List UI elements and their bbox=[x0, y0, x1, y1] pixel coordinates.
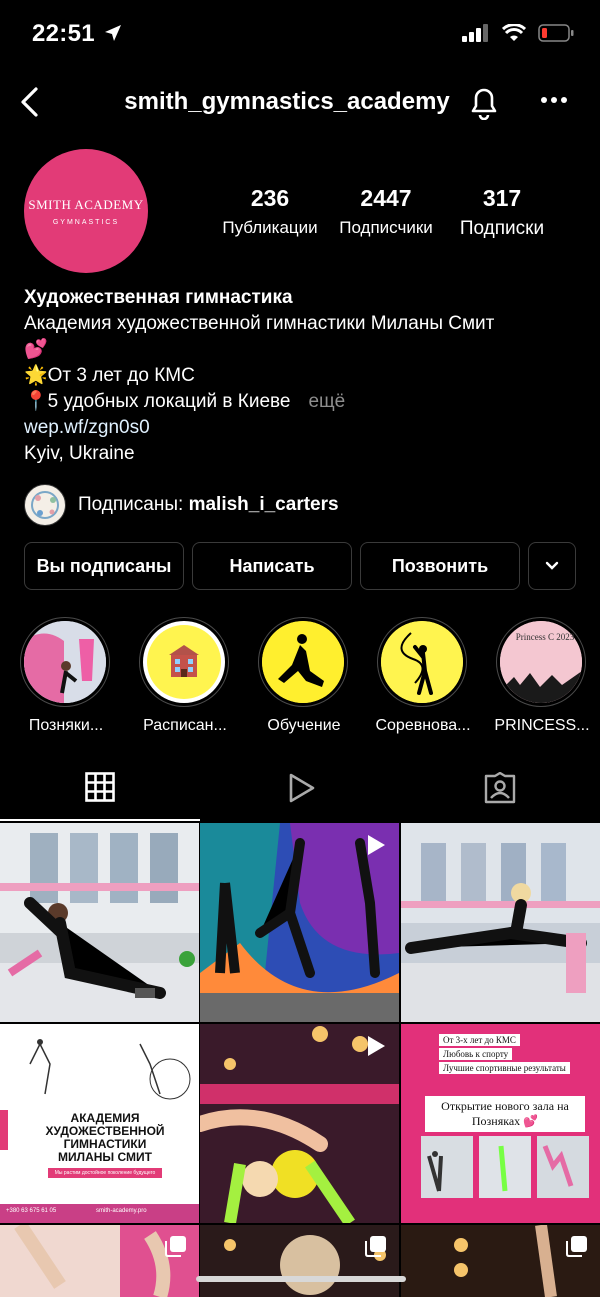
post-thumbnail[interactable] bbox=[0, 823, 199, 1022]
followed-prefix: Подписаны: bbox=[78, 494, 184, 515]
status-time: 22:51 bbox=[32, 20, 122, 48]
highlight-ring bbox=[139, 617, 229, 707]
stat-value: 236 bbox=[250, 185, 290, 211]
stat-label: Публикации bbox=[222, 218, 318, 237]
highlight-item[interactable]: Позняки... bbox=[20, 617, 112, 735]
grid-tab-icon[interactable] bbox=[85, 772, 115, 802]
post-thumbnail[interactable] bbox=[200, 1024, 399, 1223]
highlight-thumb bbox=[143, 621, 225, 703]
followed-by[interactable]: Подписаны: malish_i_carters bbox=[24, 484, 339, 526]
location-arrow-icon bbox=[104, 25, 121, 41]
stat-value: 317 bbox=[482, 185, 522, 211]
highlight-label: Позняки... bbox=[28, 717, 104, 734]
highlight-ring: Princess C 2023 bbox=[496, 617, 586, 707]
more-options-icon[interactable] bbox=[540, 96, 568, 104]
poster-subtitle: Мы растим достойное поколение будущего bbox=[48, 1168, 162, 1178]
post-thumbnail[interactable] bbox=[200, 823, 399, 1022]
cellular-signal-icon bbox=[462, 24, 488, 42]
stat-label: Подписчики bbox=[339, 218, 433, 237]
suggested-dropdown-button[interactable] bbox=[528, 542, 576, 590]
stat-value: 2447 bbox=[360, 185, 412, 211]
promo-line: От 3-х лет до КМС bbox=[439, 1034, 520, 1046]
highlight-label: PRINCESS... bbox=[494, 717, 590, 734]
poster-phone: +380 63 675 61 05 bbox=[6, 1208, 57, 1214]
status-indicators bbox=[462, 24, 574, 42]
highlight-thumb: Princess C 2023 bbox=[500, 621, 582, 703]
followed-user[interactable]: malish_i_carters bbox=[189, 494, 339, 515]
highlight-thumb bbox=[381, 621, 463, 703]
highlight-item[interactable]: Princess C 2023 PRINCESS... bbox=[494, 617, 590, 735]
promo-line: Лучшие спортивные результаты bbox=[439, 1062, 570, 1074]
home-indicator[interactable] bbox=[196, 1276, 406, 1282]
follower-avatar bbox=[24, 484, 66, 526]
highlight-ring bbox=[377, 617, 467, 707]
bio-line: 📍5 удобных локаций в Киеве ещё bbox=[24, 389, 494, 415]
gymnast-photo-icon bbox=[24, 621, 106, 703]
gymnast-split-photo bbox=[401, 823, 600, 1022]
clock-text: 22:51 bbox=[32, 20, 95, 47]
bio-line-text: 📍5 удобных локаций в Киеве bbox=[24, 391, 291, 412]
highlight-thumb bbox=[262, 621, 344, 703]
bio-line: Академия художественной гимнастики Милан… bbox=[24, 313, 495, 334]
post-thumbnail[interactable] bbox=[200, 1225, 399, 1297]
highlight-label: Обучение bbox=[267, 717, 341, 734]
highlight-label: Соревнова... bbox=[375, 717, 471, 734]
gymnast-stretch-photo bbox=[0, 823, 199, 1022]
profile-bio: Художественная гимнастика Академия худож… bbox=[24, 285, 494, 467]
reels-tab-icon[interactable] bbox=[286, 772, 316, 804]
stat-posts[interactable]: 236 Публикации bbox=[222, 185, 318, 238]
stat-followers[interactable]: 2447 Подписчики bbox=[334, 185, 438, 238]
avatar-logo-text: SMITH ACADEMY bbox=[28, 196, 144, 212]
post-thumbnail[interactable] bbox=[401, 823, 600, 1022]
highlight-ring bbox=[258, 617, 348, 707]
poster-title: АКАДЕМИЯ ХУДОЖЕСТВЕННОЙ ГИМНАСТИКИ МИЛАН… bbox=[45, 1111, 165, 1164]
highlight-item[interactable]: Обучение bbox=[258, 617, 350, 735]
highlight-label: Расписан... bbox=[143, 717, 227, 734]
floral-avatar-icon bbox=[31, 491, 59, 519]
wifi-icon bbox=[502, 24, 526, 41]
bio-location: Kyiv, Ukraine bbox=[24, 443, 135, 464]
active-tab-indicator bbox=[0, 819, 200, 821]
profile-avatar[interactable]: SMITH ACADEMY GYMNASTICS bbox=[24, 149, 148, 273]
poster-site: smith-academy.pro bbox=[96, 1208, 147, 1214]
avatar-logo-subtext: GYMNASTICS bbox=[52, 218, 120, 226]
profile-username: smith_gymnastics_academy bbox=[124, 88, 450, 115]
message-button[interactable]: Написать bbox=[192, 542, 352, 590]
highlight-thumb bbox=[24, 621, 106, 703]
multi-image-icon bbox=[365, 1236, 386, 1257]
bio-more-link[interactable]: ещё bbox=[308, 391, 345, 412]
bio-website-link[interactable]: wep.wf/zgn0s0 bbox=[24, 415, 494, 441]
call-button[interactable]: Позвонить bbox=[360, 542, 520, 590]
stat-following[interactable]: 317 Подписки bbox=[452, 185, 552, 240]
battery-low-icon bbox=[538, 24, 574, 42]
post-thumbnail[interactable]: АКАДЕМИЯ ХУДОЖЕСТВЕННОЙ ГИМНАСТИКИ МИЛАН… bbox=[0, 1024, 199, 1223]
building-icon bbox=[147, 625, 221, 699]
hall-photos-collage bbox=[421, 1136, 589, 1198]
reel-play-icon bbox=[368, 1036, 385, 1056]
highlight-ring bbox=[20, 617, 110, 707]
notification-bell-icon[interactable] bbox=[468, 84, 500, 120]
ribbon-gymnast-icon bbox=[381, 621, 463, 703]
post-thumbnail[interactable] bbox=[0, 1225, 199, 1297]
post-thumbnail[interactable] bbox=[401, 1225, 600, 1297]
promo-title: Открытие нового зала на Позняках 💕 bbox=[425, 1096, 585, 1132]
bio-line: 💕 bbox=[24, 339, 48, 360]
bio-line: 🌟От 3 лет до КМС bbox=[24, 365, 195, 386]
reel-play-icon bbox=[368, 835, 385, 855]
highlight-item[interactable]: Расписан... bbox=[139, 617, 231, 735]
princess-cup-text: Princess C 2023 bbox=[515, 632, 575, 642]
chevron-down-icon bbox=[545, 561, 559, 570]
following-button[interactable]: Вы подписаны bbox=[24, 542, 184, 590]
highlight-item[interactable]: Соревнова... bbox=[375, 617, 471, 735]
post-thumbnail[interactable]: От 3-х лет до КМС Любовь к спорту Лучшие… bbox=[401, 1024, 600, 1223]
stat-label: Подписки bbox=[459, 218, 545, 239]
multi-image-icon bbox=[566, 1236, 587, 1257]
tagged-tab-icon[interactable] bbox=[484, 772, 516, 804]
promo-line: Любовь к спорту bbox=[439, 1048, 513, 1060]
multi-image-icon bbox=[165, 1236, 186, 1257]
bio-name: Художественная гимнастика bbox=[24, 287, 293, 308]
gymnast-silhouette-icon bbox=[262, 621, 344, 703]
